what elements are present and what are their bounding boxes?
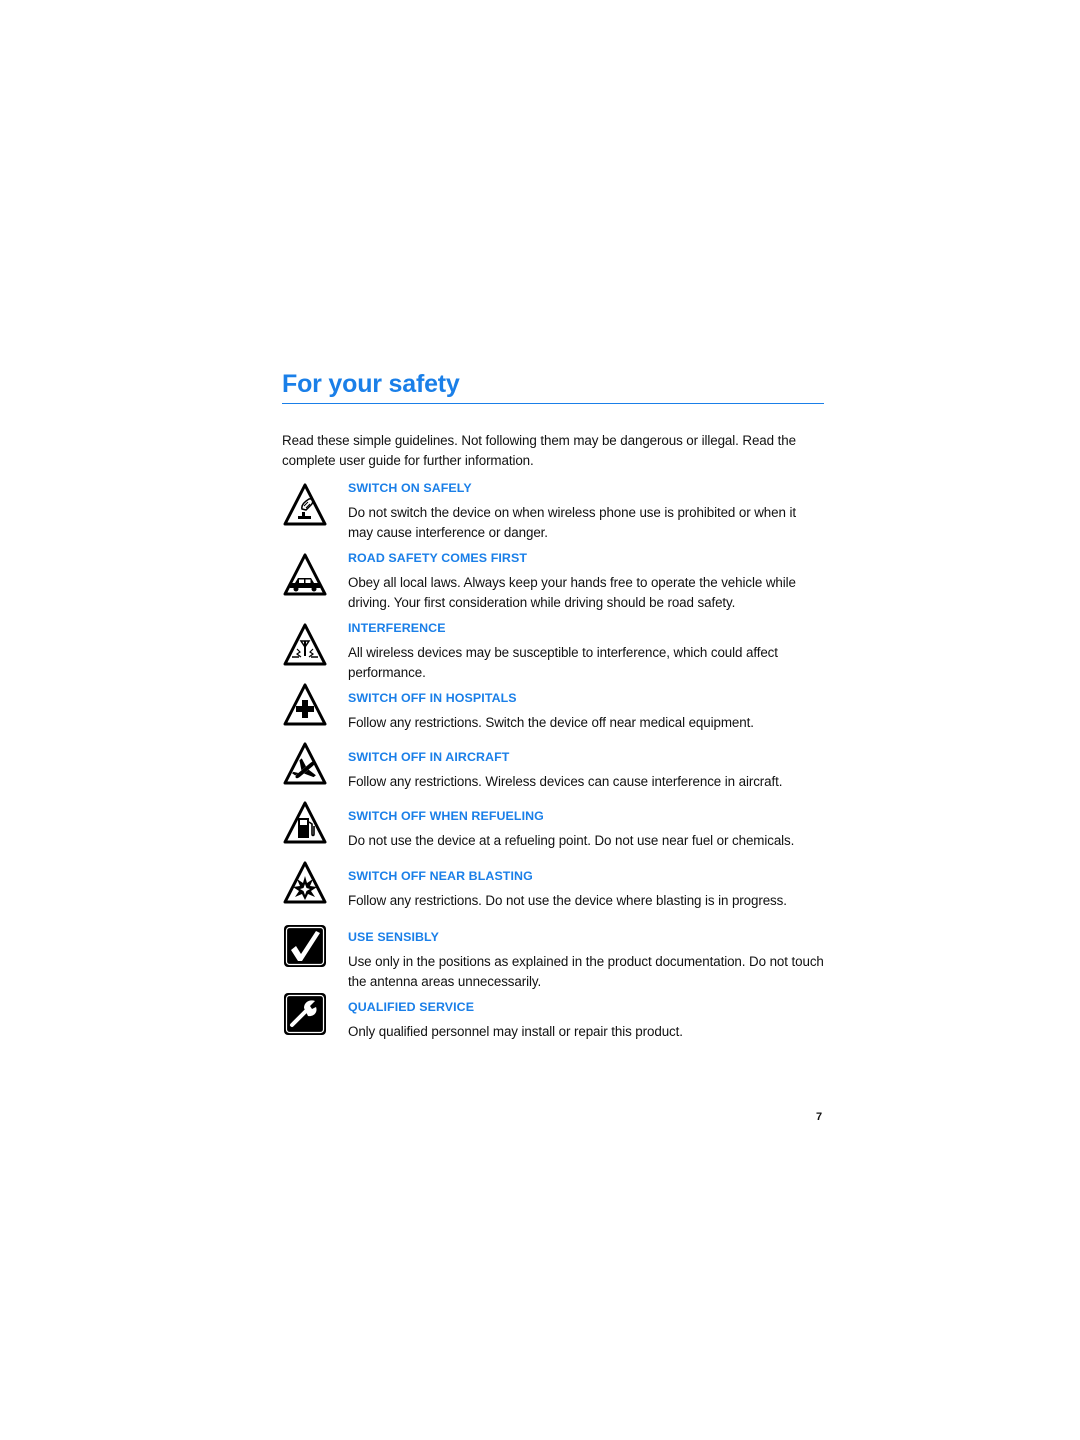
item-text: Obey all local laws. Always keep your ha… [348,575,796,610]
item-heading: USE SENSIBLY [348,930,439,944]
safety-item: SWITCH OFF IN AIRCRAFT Follow any restri… [282,742,824,792]
item-text: Follow any restrictions. Wireless device… [348,774,783,789]
safety-item: SWITCH OFF WHEN REFUELING Do not use the… [282,801,824,851]
item-text: Do not use the device at a refueling poi… [348,833,795,848]
safety-item: USE SENSIBLY Use only in the positions a… [282,925,824,992]
car-icon [283,553,327,596]
safety-item: QUALIFIED SERVICE Only qualified personn… [282,993,824,1042]
safety-item: ROAD SAFETY COMES FIRST Obey all local l… [282,548,824,613]
item-heading: ROAD SAFETY COMES FIRST [348,551,527,565]
page-number: 7 [816,1111,823,1123]
safety-item: SWITCH OFF NEAR BLASTING Follow any rest… [282,861,824,911]
item-text: Follow any restrictions. Do not use the … [348,893,787,908]
title-rule [282,403,824,404]
item-heading: SWITCH ON SAFELY [348,481,472,495]
interference-icon [283,623,327,666]
item-heading: QUALIFIED SERVICE [348,1000,475,1014]
item-heading: SWITCH OFF WHEN REFUELING [348,809,544,823]
checkmark-icon [284,925,326,967]
safety-page: For your safety Read these simple guidel… [282,366,824,1042]
hospital-cross-icon [283,683,327,726]
safety-item: INTERFERENCE All wireless devices may be… [282,618,824,683]
item-heading: SWITCH OFF IN AIRCRAFT [348,750,510,764]
switch-on-safely-icon [283,483,327,526]
wrench-icon [284,993,326,1035]
explosion-icon [283,861,327,904]
item-heading: SWITCH OFF NEAR BLASTING [348,869,533,883]
item-text: Only qualified personnel may install or … [348,1024,683,1039]
item-text: Do not switch the device on when wireles… [348,505,796,540]
intro-paragraph: Read these simple guidelines. Not follow… [282,433,796,468]
item-text: Follow any restrictions. Switch the devi… [348,715,754,730]
item-heading: INTERFERENCE [348,621,446,635]
item-text: All wireless devices may be susceptible … [348,645,778,680]
item-heading: SWITCH OFF IN HOSPITALS [348,691,517,705]
fuel-pump-icon [283,801,327,844]
aircraft-icon [283,742,327,785]
item-text: Use only in the positions as explained i… [348,954,824,989]
safety-item: SWITCH OFF IN HOSPITALS Follow any restr… [282,683,824,733]
safety-item: SWITCH ON SAFELY Do not switch the devic… [282,478,824,543]
page-title: For your safety [282,370,460,398]
